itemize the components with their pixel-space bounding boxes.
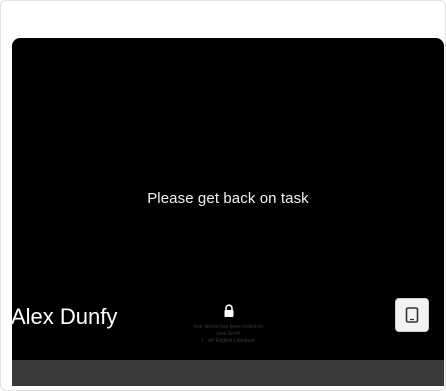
student-tile[interactable]: Please get back on task Your device has … [0,0,446,391]
lock-line-2: Jane Smith [215,331,241,337]
student-name: Alex Dunfy [11,304,118,329]
lock-line-3: 1 · AP English Literature [201,338,255,344]
lock-message: Please get back on task [147,190,309,207]
screen-preview[interactable]: Please get back on task Your device has … [12,38,444,386]
lock-icon [224,304,234,317]
device-view-button[interactable] [395,298,429,332]
tablet-icon [405,307,419,323]
screen-footer-bar [12,360,444,386]
